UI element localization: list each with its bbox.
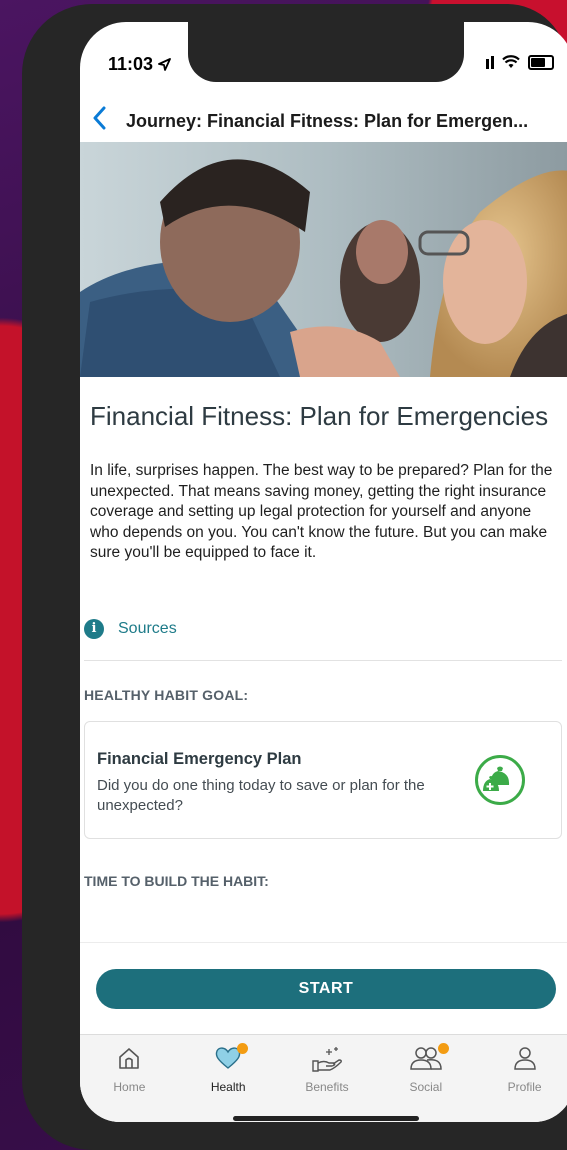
back-button[interactable] [80,106,118,136]
tab-benefits-label: Benefits [305,1080,349,1094]
info-icon: i [84,618,104,639]
sources-link[interactable]: i Sources [84,614,567,644]
tab-profile[interactable]: Profile [475,1035,567,1122]
start-button[interactable]: START [96,969,556,1009]
tab-bar: Home Health Benefits Social Profile [80,1034,567,1122]
tab-health[interactable]: Health [179,1035,278,1122]
phone-frame: 11:03 Journey: Financial Fitness: Plan f… [22,4,567,1150]
tab-social[interactable]: Social [376,1035,475,1122]
tab-home-label: Home [113,1080,146,1094]
article-title: Financial Fitness: Plan for Emergencies [90,401,549,431]
sources-label: Sources [118,619,177,637]
article-content: Financial Fitness: Plan for Emergencies … [80,377,567,943]
tab-health-badge [236,1043,248,1054]
location-arrow-icon [158,58,171,71]
page-title: Journey: Financial Fitness: Plan for Eme… [126,110,529,131]
status-time: 11:03 [108,54,171,75]
wifi-icon [502,55,520,68]
app-screen: 11:03 Journey: Financial Fitness: Plan f… [80,22,567,1122]
tab-benefits[interactable]: Benefits [278,1035,377,1122]
signal-icon [486,55,494,69]
hero-image [80,142,567,377]
status-icons [486,52,554,72]
person-icon [513,1047,536,1070]
chevron-left-icon [93,106,106,130]
home-icon [119,1048,140,1069]
habit-goal-title: Financial Emergency Plan [97,749,302,768]
tab-social-badge [438,1043,450,1054]
article-description: In life, surprises happen. The best way … [90,462,553,561]
tab-profile-label: Profile [507,1080,542,1094]
battery-icon [528,54,554,70]
tab-social-label: Social [409,1080,443,1094]
tab-home[interactable]: Home [80,1035,179,1122]
build-habit-heading: TIME TO BUILD THE HABIT: [84,872,269,889]
money-bags-icon [475,754,525,805]
divider [84,659,562,661]
benefits-hand-icon [312,1047,342,1072]
nav-header: Journey: Financial Fitness: Plan for Eme… [80,100,567,142]
habit-goal-card[interactable]: Financial Emergency Plan Did you do one … [84,720,562,839]
tab-health-label: Health [210,1080,246,1094]
home-indicator [233,1116,419,1121]
notch [188,22,464,82]
habit-goal-heading: HEALTHY HABIT GOAL: [84,686,249,703]
habit-goal-question: Did you do one thing today to save or pl… [97,776,425,814]
